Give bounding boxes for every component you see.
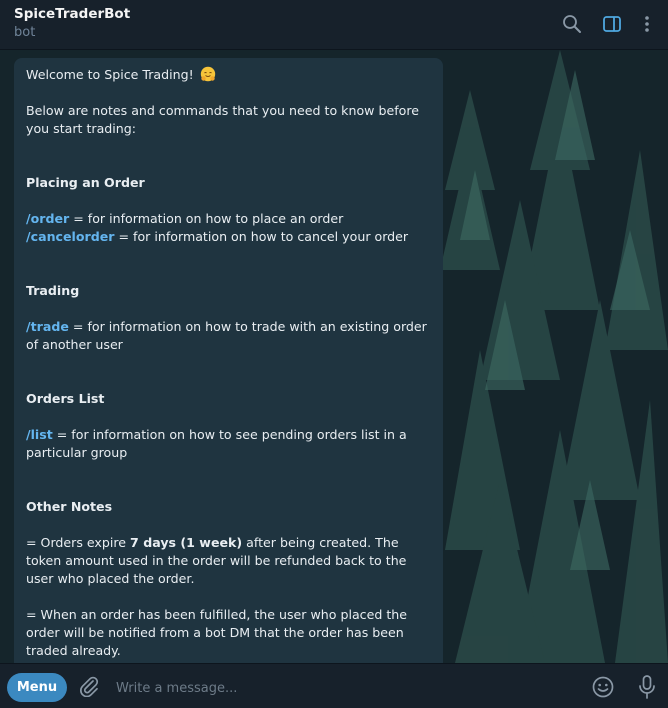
order-command-link[interactable]: /order <box>26 211 69 226</box>
microphone-icon[interactable] <box>635 674 659 700</box>
trade-command-desc: = for information on how to trade with a… <box>26 319 427 352</box>
chat-subtitle: bot <box>14 25 36 40</box>
chat-header: SpiceTraderBot bot <box>0 0 668 50</box>
section-title-placing: Placing an Order <box>26 175 145 190</box>
note-expiry-pre: = Orders expire <box>26 535 131 550</box>
hugging-face-emoji-icon <box>200 66 215 82</box>
welcome-text: Welcome to Spice Trading! <box>26 67 194 82</box>
intro-text: Below are notes and commands that you ne… <box>26 103 419 136</box>
attach-icon[interactable] <box>78 675 100 698</box>
emoji-icon[interactable] <box>591 675 615 699</box>
bot-message: Welcome to Spice Trading! Below are note… <box>14 58 443 678</box>
note-fulfilled: = When an order has been fulfilled, the … <box>26 607 408 658</box>
message-input[interactable] <box>114 674 578 702</box>
command-line-cancelorder: /cancelorder = for information on how to… <box>26 228 431 246</box>
list-command-desc: = for information on how to see pending … <box>26 427 407 460</box>
more-vertical-icon[interactable] <box>635 12 659 36</box>
list-command-link[interactable]: /list <box>26 427 53 442</box>
chat-title[interactable]: SpiceTraderBot <box>14 6 130 22</box>
welcome-line: Welcome to Spice Trading! <box>26 66 431 84</box>
trade-command-link[interactable]: /trade <box>26 319 69 334</box>
cancelorder-command-desc: = for information on how to cancel your … <box>114 229 409 244</box>
section-title-trading: Trading <box>26 283 80 298</box>
order-command-desc: = for information on how to place an ord… <box>69 211 344 226</box>
note-expiry-duration: 7 days (1 week) <box>130 535 243 550</box>
command-line-order: /order = for information on how to place… <box>26 210 431 228</box>
message-composer: Menu <box>0 663 668 708</box>
sidebar-toggle-icon[interactable] <box>600 12 624 36</box>
cancelorder-command-link[interactable]: /cancelorder <box>26 229 114 244</box>
search-icon[interactable] <box>560 12 584 36</box>
command-line-list: /list = for information on how to see pe… <box>26 426 431 462</box>
section-title-other-notes: Other Notes <box>26 499 113 514</box>
note-expiry: = Orders expire 7 days (1 week) after be… <box>26 534 431 588</box>
command-line-trade: /trade = for information on how to trade… <box>26 318 431 354</box>
section-title-orders-list: Orders List <box>26 391 105 406</box>
menu-button[interactable]: Menu <box>7 673 67 702</box>
